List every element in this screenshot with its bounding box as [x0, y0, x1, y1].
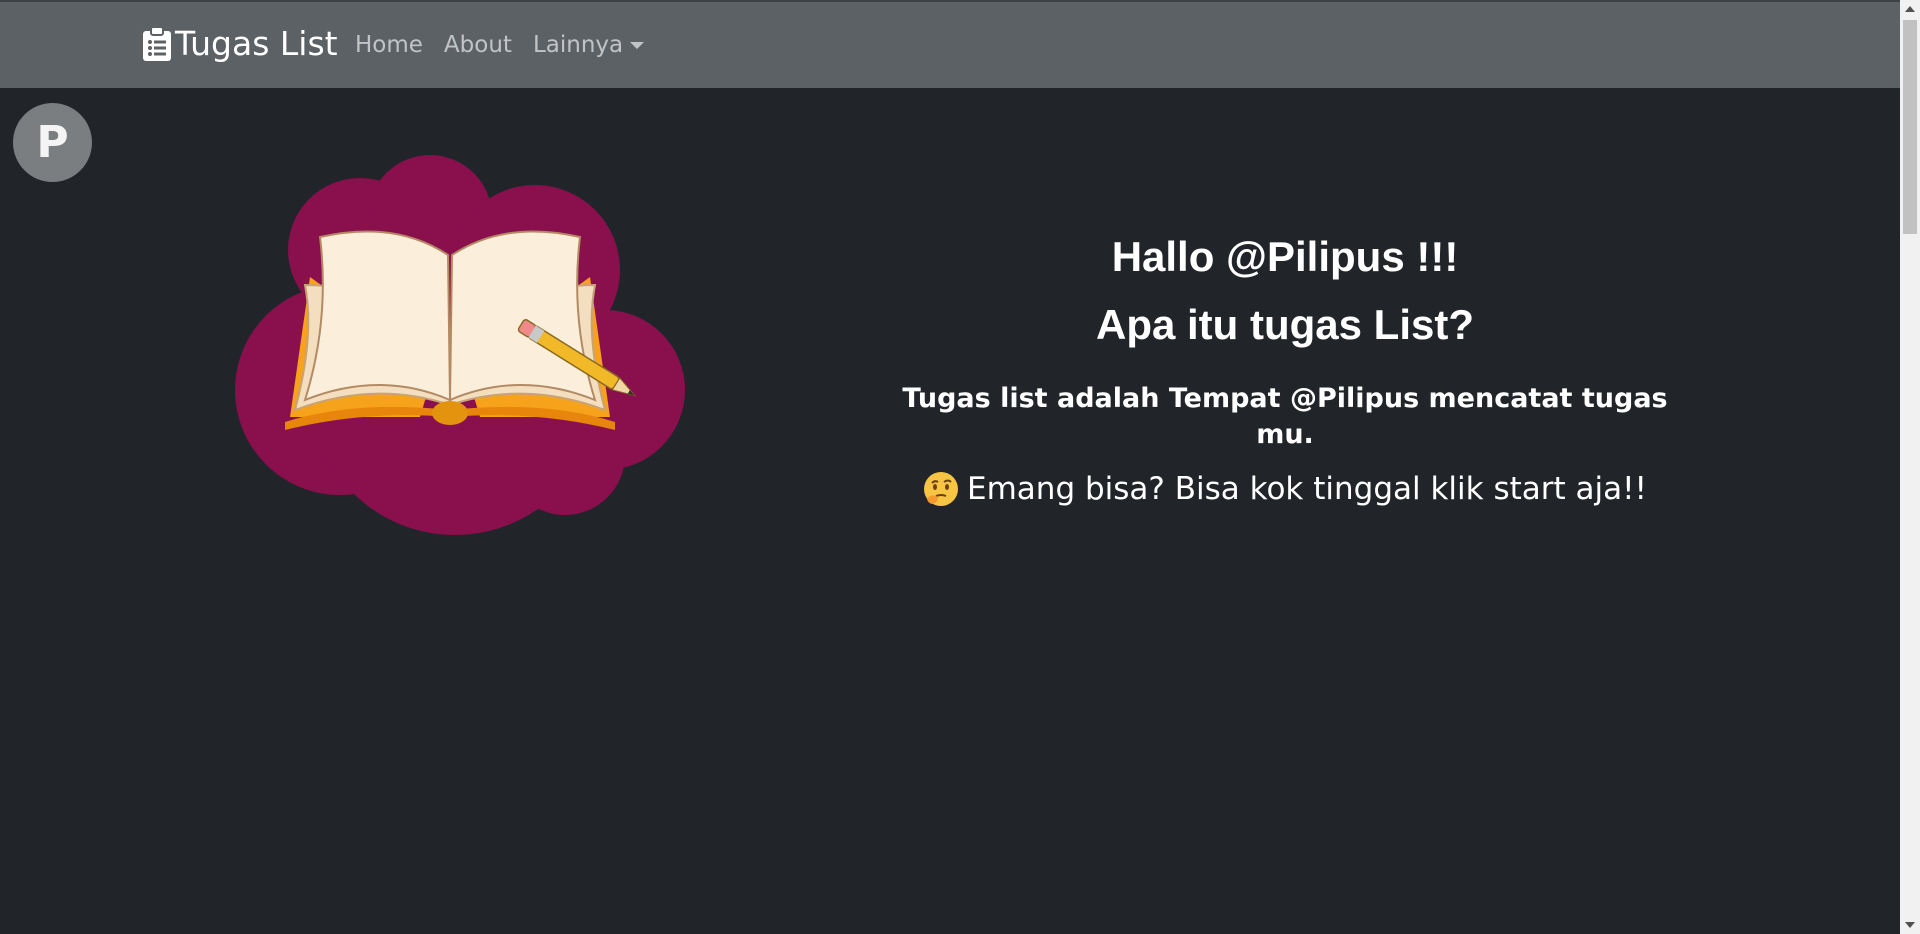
nav-home[interactable]: Home: [355, 32, 423, 58]
scroll-up-arrow[interactable]: [1905, 6, 1915, 12]
caret-down-icon: [630, 41, 645, 49]
hero-illustration: [235, 155, 705, 539]
question-title: Apa itu tugas List?: [1096, 301, 1474, 348]
brand-label: Tugas List: [175, 24, 338, 63]
clipboard-list-icon: [143, 26, 171, 61]
book-pencil-icon: [235, 155, 685, 535]
nav-lainnya-label: Lainnya: [532, 32, 624, 58]
navbar: Tugas List Home About Lainnya: [0, 0, 1900, 88]
scroll-thumb[interactable]: [1903, 20, 1917, 234]
hero-text: Hallo @Pilipus !!! Apa itu tugas List? T…: [880, 225, 1690, 507]
scroll-down-arrow[interactable]: [1905, 922, 1915, 928]
nav-lainnya-dropdown[interactable]: Lainnya: [532, 32, 645, 58]
page-scrollbar[interactable]: [1900, 0, 1920, 934]
nav-about[interactable]: About: [444, 32, 512, 58]
greeting-title: Hallo @Pilipus !!!: [1111, 233, 1459, 280]
hero-question: Emang bisa? Bisa kok tinggal klik start …: [880, 471, 1690, 507]
thinking-face-icon: [924, 472, 959, 506]
question-text: Emang bisa? Bisa kok tinggal klik start …: [967, 471, 1647, 507]
user-avatar[interactable]: P: [13, 103, 92, 182]
navbar-brand[interactable]: Tugas List: [143, 24, 338, 63]
hero-description: Tugas list adalah Tempat @Pilipus mencat…: [902, 383, 1668, 450]
nav-links: Home About Lainnya: [355, 32, 665, 58]
